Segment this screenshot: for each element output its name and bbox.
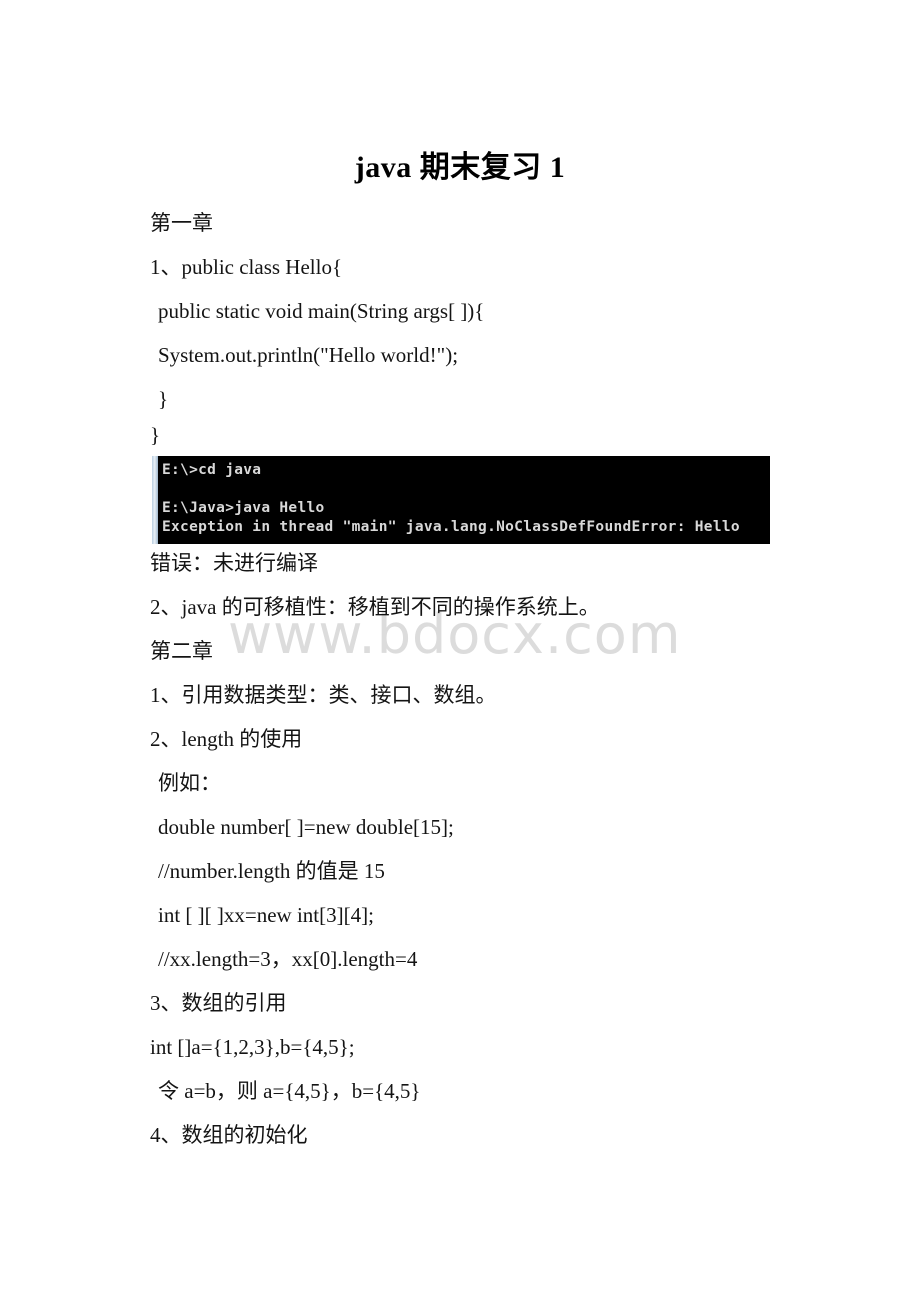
body-line: public static void main(String args[ ]){ xyxy=(158,299,485,323)
console-line: E:\>cd java xyxy=(162,462,262,478)
body-line: 1、引用数据类型：类、接口、数组。 xyxy=(150,683,497,707)
page-content: www.bdocx.com java 期末复习 1 第一章 1、public c… xyxy=(0,0,920,1302)
body-line: 令 a=b，则 a={4,5}，b={4,5} xyxy=(158,1079,421,1103)
body-line: } xyxy=(158,387,169,411)
console-line: Exception in thread "main" java.lang.NoC… xyxy=(162,519,740,535)
body-line: 1、public class Hello{ xyxy=(150,255,343,279)
body-line: 错误：未进行编译 xyxy=(150,551,318,575)
body-line: System.out.println("Hello world!"); xyxy=(158,343,459,367)
body-line: 3、数组的引用 xyxy=(150,991,287,1015)
body-line: double number[ ]=new double[15]; xyxy=(158,815,454,839)
page-title: java 期末复习 1 xyxy=(354,151,566,184)
body-line: 第二章 xyxy=(150,639,213,663)
body-line: //number.length 的值是 15 xyxy=(158,859,385,883)
body-line: //xx.length=3，xx[0].length=4 xyxy=(158,947,418,971)
console-line: E:\Java>java Hello xyxy=(162,500,325,516)
body-line: 2、java 的可移植性：移植到不同的操作系统上。 xyxy=(150,595,600,619)
body-line: 4、数组的初始化 xyxy=(150,1123,308,1147)
body-line: 第一章 xyxy=(150,211,213,235)
body-line: int []a={1,2,3},b={4,5}; xyxy=(150,1035,355,1059)
body-line: } xyxy=(150,423,161,447)
body-line: int [ ][ ]xx=new int[3][4]; xyxy=(158,903,374,927)
document-page: www.bdocx.com java 期末复习 1 第一章 1、public c… xyxy=(0,0,920,1302)
console-screenshot: E:\>cd java E:\Java>java Hello Exception… xyxy=(152,456,770,544)
body-line: 例如： xyxy=(158,771,221,795)
console-scrollbar-strip xyxy=(152,456,158,544)
body-line: 2、length 的使用 xyxy=(150,727,303,751)
